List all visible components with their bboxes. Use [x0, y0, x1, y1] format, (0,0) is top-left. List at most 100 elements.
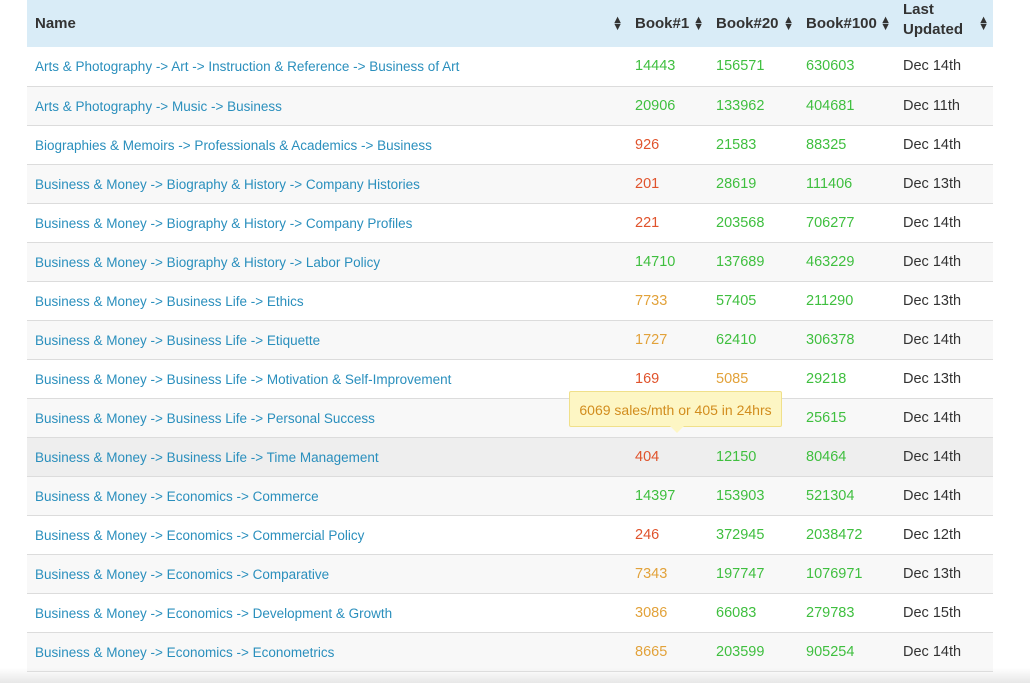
table-row[interactable]: Biographies & Memoirs -> Professionals &… [27, 125, 993, 164]
book100-rank-cell[interactable]: 279783 [798, 593, 895, 632]
book1-rank-cell[interactable]: 7343 [627, 554, 708, 593]
header-book20[interactable]: Book#20 ▲ ▼ [708, 0, 798, 47]
table-row[interactable]: Business & Money -> Business Life -> Eti… [27, 320, 993, 359]
sort-icon[interactable]: ▲ ▼ [693, 14, 704, 32]
header-book1[interactable]: Book#1 ▲ ▼ [627, 0, 708, 47]
book1-rank-cell[interactable]: 20906 [627, 86, 708, 125]
book1-rank-cell[interactable]: 926 [627, 125, 708, 164]
table-row[interactable]: Business & Money -> Biography & History … [27, 164, 993, 203]
book20-rank-cell[interactable]: 203599 [708, 632, 798, 671]
book100-rank-cell[interactable]: 630603 [798, 47, 895, 86]
book20-rank-cell[interactable]: 203568 [708, 203, 798, 242]
category-link[interactable]: Business & Money -> Economics -> Commerc… [35, 528, 364, 543]
book20-rank-cell[interactable]: 133962 [708, 86, 798, 125]
last-updated-cell: Dec 14th [903, 409, 962, 426]
category-link[interactable]: Business & Money -> Economics -> Develop… [35, 606, 392, 621]
category-cell: Biographies & Memoirs -> Professionals &… [27, 125, 627, 164]
category-link[interactable]: Business & Money -> Biography & History … [35, 255, 380, 270]
last-updated-cell: Dec 14th [903, 448, 962, 465]
table-row[interactable]: Business & Money -> Business Life -> Tim… [27, 437, 993, 476]
book20-rank-cell[interactable]: 66083 [708, 593, 798, 632]
book1-rank-cell[interactable]: 8665 [627, 632, 708, 671]
table-row[interactable]: Business & Money -> Economics -> Commerc… [27, 515, 993, 554]
table-row[interactable]: Business & Money -> Business Life -> Per… [27, 398, 993, 437]
header-name[interactable]: Name ▲ ▼ [27, 0, 627, 47]
book1-rank-cell[interactable]: 404 [627, 437, 708, 476]
book1-rank-cell[interactable]: 7733 [627, 281, 708, 320]
book1-rank-cell[interactable]: 1727 [627, 320, 708, 359]
book100-rank-cell[interactable]: 905254 [798, 632, 895, 671]
category-link[interactable]: Business & Money -> Business Life -> Tim… [35, 450, 379, 465]
book20-rank-cell[interactable]: 12150 [708, 437, 798, 476]
book20-rank-cell[interactable]: 57405 [708, 281, 798, 320]
category-link[interactable]: Arts & Photography -> Music -> Business [35, 99, 282, 114]
book1-rank-cell[interactable]: 246 [627, 515, 708, 554]
book1-rank-cell[interactable]: 14443 [627, 47, 708, 86]
book100-rank-cell[interactable]: 211290 [798, 281, 895, 320]
book20-rank-cell[interactable]: 153903 [708, 476, 798, 515]
header-last-updated[interactable]: Last Updated ▲ ▼ [895, 0, 993, 47]
sort-icon[interactable]: ▲ ▼ [612, 14, 623, 32]
last-updated-cell: Dec 13th [903, 292, 962, 309]
category-link[interactable]: Business & Money -> Business Life -> Eti… [35, 333, 320, 348]
table-row[interactable]: Business & Money -> Business Life -> Mot… [27, 359, 993, 398]
category-link[interactable]: Business & Money -> Business Life -> Per… [35, 411, 375, 426]
book20-rank-cell[interactable]: 62410 [708, 320, 798, 359]
table-row[interactable]: Arts & Photography -> Music -> Business 2… [27, 86, 993, 125]
book100-rank-cell[interactable]: 306378 [798, 320, 895, 359]
header-book100-label: Book#100 [806, 14, 877, 32]
category-cell: Business & Money -> Business Life -> Mot… [27, 359, 627, 398]
last-updated-cell: Dec 15th [903, 604, 962, 621]
book100-rank-cell[interactable]: 80464 [798, 437, 895, 476]
category-cell: Business & Money -> Business Life -> Per… [27, 398, 627, 437]
last-updated-cell: Dec 14th [903, 136, 962, 153]
category-link[interactable]: Business & Money -> Economics -> Commerc… [35, 489, 319, 504]
book20-rank-cell[interactable]: 156571 [708, 47, 798, 86]
category-link[interactable]: Business & Money -> Economics -> Econome… [35, 645, 334, 660]
category-link[interactable]: Business & Money -> Biography & History … [35, 216, 412, 231]
book20-rank-cell[interactable]: 372945 [708, 515, 798, 554]
table-row[interactable]: Business & Money -> Economics -> Econome… [27, 632, 993, 671]
book20-rank-cell[interactable]: 197747 [708, 554, 798, 593]
book100-rank-cell[interactable]: 25615 [798, 398, 895, 437]
sort-icon[interactable]: ▲ ▼ [880, 14, 891, 32]
category-cell: Arts & Photography -> Art -> Instruction… [27, 47, 627, 86]
category-link[interactable]: Business & Money -> Economics -> Compara… [35, 567, 329, 582]
book100-rank-cell[interactable]: 111406 [798, 164, 895, 203]
book1-rank-cell[interactable]: 14710 [627, 242, 708, 281]
table-row[interactable]: Arts & Photography -> Art -> Instruction… [27, 47, 993, 86]
category-link[interactable]: Business & Money -> Business Life -> Mot… [35, 372, 451, 387]
last-updated-cell: Dec 14th [903, 487, 962, 504]
table-row[interactable]: Business & Money -> Economics -> Commerc… [27, 476, 993, 515]
book20-rank-cell[interactable]: 28619 [708, 164, 798, 203]
book20-rank-cell[interactable]: 21583 [708, 125, 798, 164]
book100-rank-cell[interactable]: 706277 [798, 203, 895, 242]
book100-rank-cell[interactable]: 2038472 [798, 515, 895, 554]
table-row[interactable]: Business & Money -> Biography & History … [27, 242, 993, 281]
book100-rank-cell[interactable]: 521304 [798, 476, 895, 515]
header-book100[interactable]: Book#100 ▲ ▼ [798, 0, 895, 47]
sort-icon[interactable]: ▲ ▼ [783, 14, 794, 32]
category-link[interactable]: Business & Money -> Business Life -> Eth… [35, 294, 304, 309]
book100-rank-cell[interactable]: 463229 [798, 242, 895, 281]
category-cell: Business & Money -> Biography & History … [27, 242, 627, 281]
book20-rank-cell[interactable]: 137689 [708, 242, 798, 281]
category-link[interactable]: Biographies & Memoirs -> Professionals &… [35, 138, 432, 153]
last-updated-cell: Dec 14th [903, 58, 962, 75]
sort-icon[interactable]: ▲ ▼ [978, 14, 989, 32]
sales-tooltip: 6069 sales/mth or 405 in 24hrs [569, 391, 782, 433]
book100-rank-cell[interactable]: 29218 [798, 359, 895, 398]
table-row[interactable]: Business & Money -> Economics -> Develop… [27, 593, 993, 632]
table-row[interactable]: Business & Money -> Economics -> Compara… [27, 554, 993, 593]
category-link[interactable]: Arts & Photography -> Art -> Instruction… [35, 59, 459, 74]
table-row[interactable]: Business & Money -> Business Life -> Eth… [27, 281, 993, 320]
book1-rank-cell[interactable]: 201 [627, 164, 708, 203]
table-row[interactable]: Business & Money -> Biography & History … [27, 203, 993, 242]
book100-rank-cell[interactable]: 1076971 [798, 554, 895, 593]
book100-rank-cell[interactable]: 88325 [798, 125, 895, 164]
book1-rank-cell[interactable]: 14397 [627, 476, 708, 515]
book1-rank-cell[interactable]: 221 [627, 203, 708, 242]
category-link[interactable]: Business & Money -> Biography & History … [35, 177, 420, 192]
book100-rank-cell[interactable]: 404681 [798, 86, 895, 125]
book1-rank-cell[interactable]: 3086 [627, 593, 708, 632]
